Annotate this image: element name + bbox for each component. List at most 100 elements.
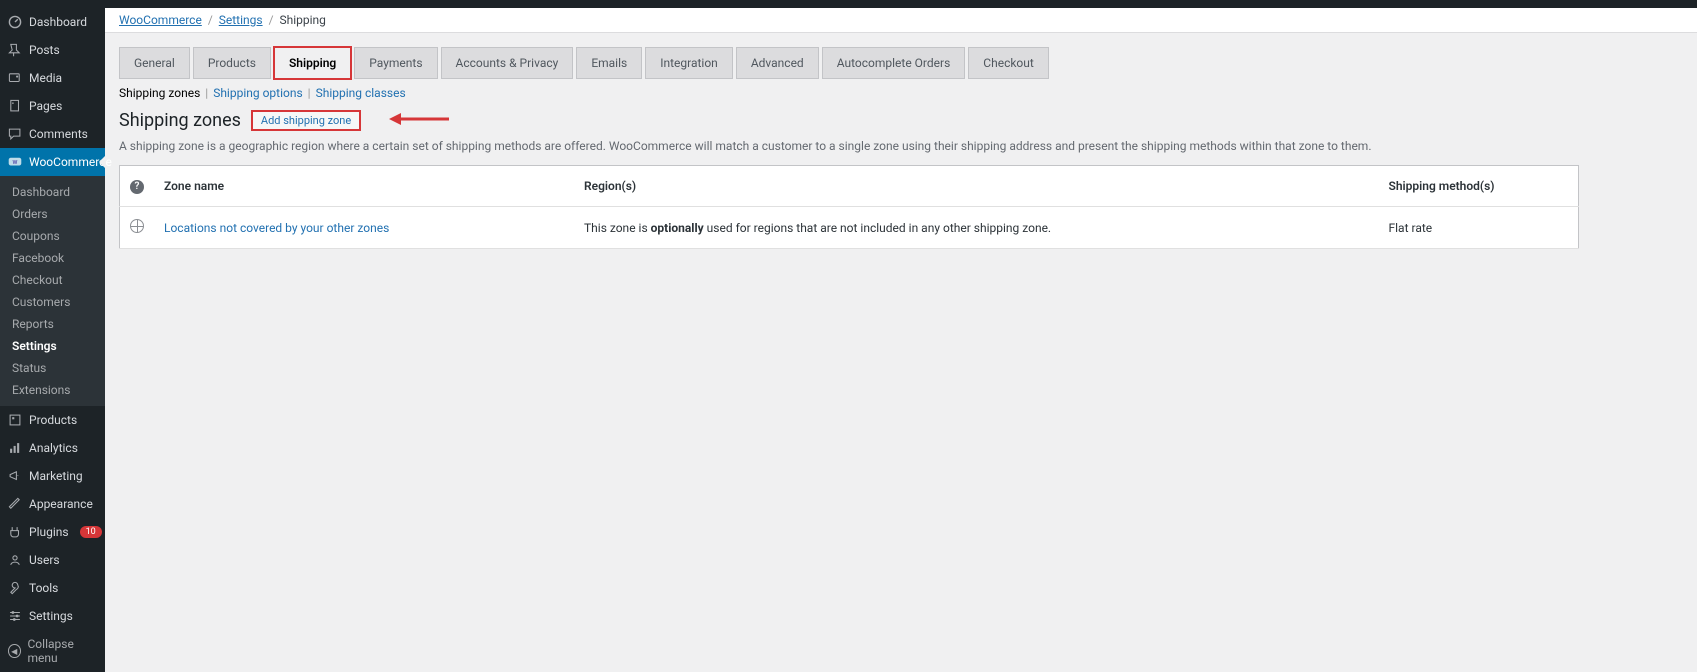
wrench-icon [8,581,22,595]
region-text-bold: optionally [651,221,704,235]
collapse-menu-button[interactable]: ◀ Collapse menu [0,630,105,672]
subnav-separator: | [308,86,311,100]
menu-label: Settings [29,609,97,623]
media-icon [8,71,22,85]
sub-customers[interactable]: Customers [0,291,105,313]
tab-products[interactable]: Products [193,47,271,79]
add-shipping-zone-button[interactable]: Add shipping zone [251,110,361,131]
sub-extensions[interactable]: Extensions [0,379,105,401]
page-title: Shipping zones [119,110,241,131]
menu-label: Pages [29,99,97,113]
zone-name-link[interactable]: Locations not covered by your other zone… [164,221,389,235]
menu-label: Marketing [29,469,97,483]
zone-region-cell: This zone is optionally used for regions… [574,207,1379,249]
analytics-icon [8,441,22,455]
content-wrap: General Products Shipping Payments Accou… [105,33,1697,263]
active-arrow-icon [99,156,105,168]
plugin-icon [8,525,22,539]
dashboard-icon [8,15,22,29]
svg-text:W: W [13,160,18,166]
subnav-shipping-options[interactable]: Shipping options [213,86,302,100]
subnav-separator: | [205,86,208,100]
sub-status[interactable]: Status [0,357,105,379]
table-row: Locations not covered by your other zone… [120,207,1579,249]
menu-users[interactable]: Users [0,546,105,574]
tab-emails[interactable]: Emails [576,47,642,79]
sub-reports[interactable]: Reports [0,313,105,335]
table-header-row: ? Zone name Region(s) Shipping method(s) [120,166,1579,207]
breadcrumb-woocommerce[interactable]: WooCommerce [119,13,202,27]
users-icon [8,553,22,567]
heading-row: Shipping zones Add shipping zone [119,110,1683,131]
menu-woocommerce[interactable]: W WooCommerce [0,148,105,176]
sub-facebook[interactable]: Facebook [0,247,105,269]
collapse-label: Collapse menu [28,637,98,665]
tab-general[interactable]: General [119,47,190,79]
subnav-shipping-zones[interactable]: Shipping zones [119,86,200,100]
menu-label: Analytics [29,441,97,455]
menu-label: Products [29,413,97,427]
menu-posts[interactable]: Posts [0,36,105,64]
menu-label: Users [29,553,97,567]
breadcrumb-settings[interactable]: Settings [219,13,263,27]
header-regions: Region(s) [574,166,1379,207]
menu-settings[interactable]: Settings [0,602,105,630]
sub-coupons[interactable]: Coupons [0,225,105,247]
menu-label: Posts [29,43,97,57]
sub-checkout[interactable]: Checkout [0,269,105,291]
subnav-shipping-classes[interactable]: Shipping classes [316,86,406,100]
zone-name-cell: Locations not covered by your other zone… [154,207,574,249]
product-icon [8,413,22,427]
menu-label: Comments [29,127,97,141]
menu-label: Appearance [29,497,97,511]
plugin-update-badge: 10 [80,526,102,538]
tab-integration[interactable]: Integration [645,47,733,79]
admin-topbar [0,0,1697,8]
help-icon[interactable]: ? [130,180,144,194]
globe-icon [130,219,144,233]
woocommerce-submenu: Dashboard Orders Coupons Facebook Checko… [0,176,105,406]
menu-marketing[interactable]: Marketing [0,462,105,490]
breadcrumb-current: Shipping [280,13,326,27]
breadcrumb: WooCommerce / Settings / Shipping [105,8,1697,33]
menu-label: Media [29,71,97,85]
menu-plugins[interactable]: Plugins 10 [0,518,105,546]
shipping-zones-table: ? Zone name Region(s) Shipping method(s)… [119,165,1579,249]
menu-appearance[interactable]: Appearance [0,490,105,518]
annotation-arrow-icon [389,111,449,131]
tab-accounts-privacy[interactable]: Accounts & Privacy [441,47,574,79]
menu-label: Dashboard [29,15,97,29]
menu-media[interactable]: Media [0,64,105,92]
menu-tools[interactable]: Tools [0,574,105,602]
sub-orders[interactable]: Orders [0,203,105,225]
menu-pages[interactable]: Pages [0,92,105,120]
menu-dashboard[interactable]: Dashboard [0,8,105,36]
header-help-icon: ? [120,166,155,207]
page-description: A shipping zone is a geographic region w… [119,139,1683,153]
menu-comments[interactable]: Comments [0,120,105,148]
tab-payments[interactable]: Payments [354,47,437,79]
sub-dashboard[interactable]: Dashboard [0,181,105,203]
admin-sidebar: Dashboard Posts Media Pages Comments W W… [0,0,105,672]
sliders-icon [8,609,22,623]
main-content: WooCommerce / Settings / Shipping Genera… [105,0,1697,672]
menu-products[interactable]: Products [0,406,105,434]
breadcrumb-separator: / [269,13,274,27]
menu-analytics[interactable]: Analytics [0,434,105,462]
shipping-subnav: Shipping zones | Shipping options | Ship… [119,80,1683,110]
tab-shipping[interactable]: Shipping [274,47,351,79]
zone-globe-cell [120,207,155,249]
tab-advanced[interactable]: Advanced [736,47,819,79]
header-zone-name: Zone name [154,166,574,207]
tab-checkout[interactable]: Checkout [968,47,1049,79]
settings-tabs: General Products Shipping Payments Accou… [119,47,1683,78]
comment-icon [8,127,22,141]
menu-label: Tools [29,581,97,595]
pin-icon [8,43,22,57]
header-shipping-methods: Shipping method(s) [1379,166,1579,207]
tab-autocomplete-orders[interactable]: Autocomplete Orders [822,47,966,79]
brush-icon [8,497,22,511]
sub-settings[interactable]: Settings [0,335,105,357]
woocommerce-icon: W [8,155,22,169]
page-icon [8,99,22,113]
